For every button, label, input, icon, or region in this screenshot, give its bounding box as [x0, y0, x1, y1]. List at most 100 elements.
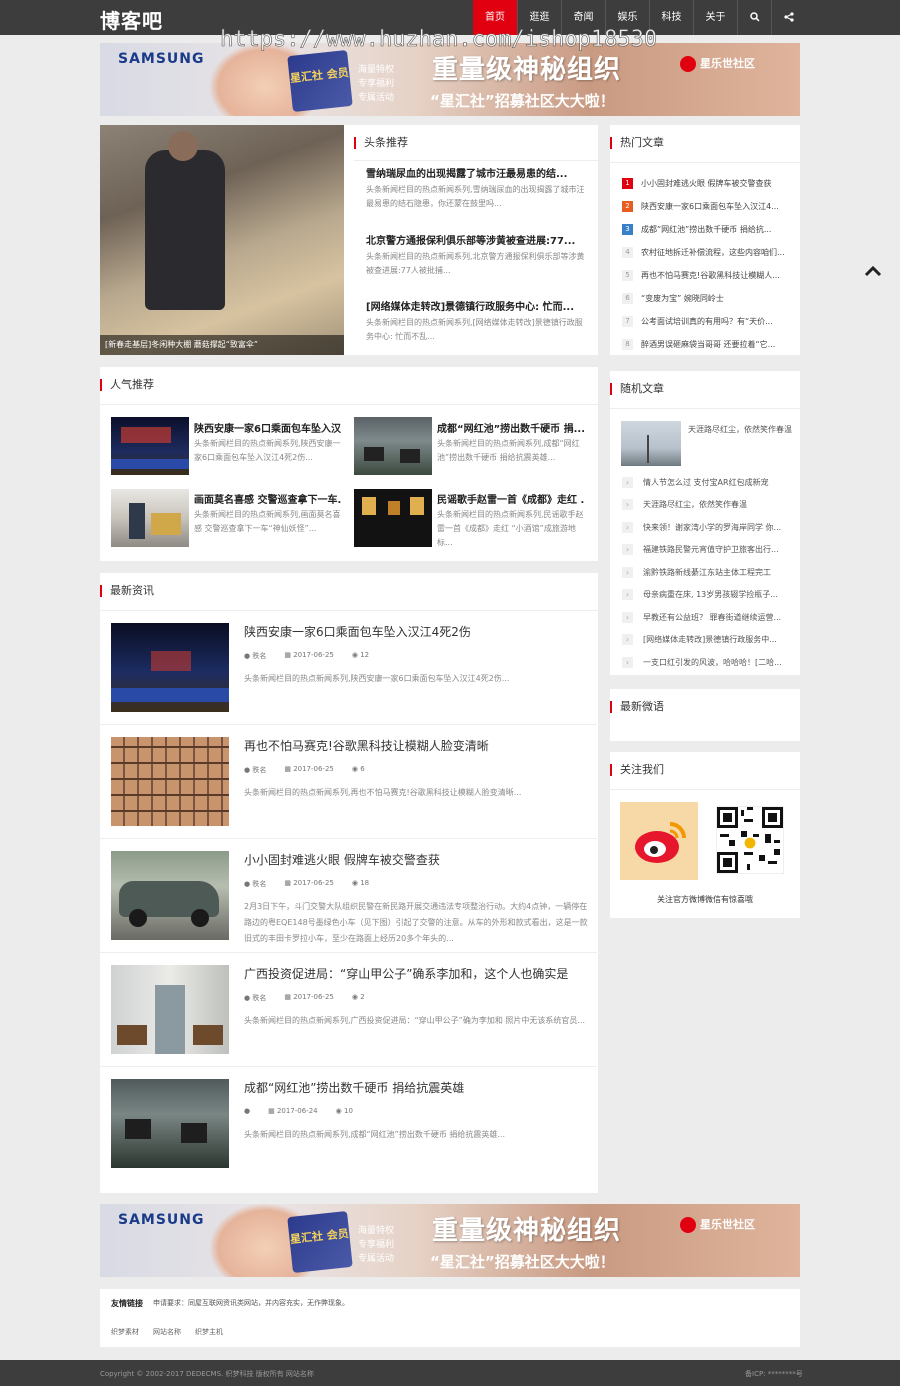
- thumb-light: [362, 497, 376, 515]
- author: ● 秩名: [244, 651, 266, 661]
- date-label: 2017-06-25: [293, 879, 334, 887]
- random-item[interactable]: › [网络媒体走转改]景德镇行政服务中...: [622, 634, 802, 645]
- random-item-label: 天涯路尽红尘，依然笑作春温: [643, 500, 747, 509]
- popular-item-desc: 头条新闻栏目的热点新闻系列,成都“网红池”捞出数千硬币 捐给抗震英雄...: [437, 439, 580, 462]
- popular-thumb[interactable]: [111, 417, 189, 475]
- hot-item[interactable]: 3 成都“网红池”捞出数千硬币 捐给抗...: [622, 224, 802, 238]
- news-item[interactable]: 小小固封难逃火眼 假牌车被交警查获 ● 秩名 ▦ 2017-06-25 ◉ 18…: [100, 839, 597, 953]
- hot-item[interactable]: 8 醉酒男误砸麻袋当哥哥 还要拉着“它...: [622, 339, 802, 353]
- headline-header: 头条推荐: [354, 125, 598, 161]
- news-title[interactable]: 小小固封难逃火眼 假牌车被交警查获: [244, 851, 440, 868]
- popular-item-title[interactable]: 陕西安康一家6口乘面包车坠入汉...: [194, 420, 342, 435]
- news-desc: 头条新闻栏目的热点新闻系列,广西投资促进局：“穿山甲公子”确为李加和 照片中无该…: [244, 1016, 585, 1025]
- author-label: 秩名: [252, 652, 267, 660]
- news-item[interactable]: 陕西安康一家6口乘面包车坠入汉江4死2伤 ● 秩名 ▦ 2017-06-25 ◉…: [100, 611, 597, 725]
- popular-title: 人气推荐: [100, 379, 154, 391]
- chevron-right-icon: ›: [622, 634, 633, 645]
- nav-item-about[interactable]: 关于: [693, 0, 737, 35]
- search-icon[interactable]: [737, 0, 771, 35]
- news-title[interactable]: 再也不怕马赛克!谷歌黑科技让模糊人脸变清晰: [244, 737, 489, 754]
- author: ● 秩名: [244, 765, 266, 775]
- ad-banner-bottom[interactable]: SAMSUNG 星汇社 会员 海量特权 专享福利 专属活动 重量级神秘组织 “星汇社…: [100, 1204, 800, 1277]
- calendar-icon: ▦: [268, 1107, 277, 1115]
- eye-icon: ◉: [351, 993, 361, 1001]
- headline-feature-image[interactable]: [新春走基层]冬闲种大棚 蘑菇撑起“致富伞”: [100, 125, 344, 355]
- popular-item-title[interactable]: 画面莫名喜感 交警巡查拿下一车...: [194, 491, 342, 506]
- banner-card: 星汇社 会员: [287, 50, 353, 112]
- hot-item-label: 农村征地拆迁补偿流程，这些内容咱们...: [641, 248, 785, 257]
- news-thumb[interactable]: [111, 965, 229, 1054]
- hot-item[interactable]: 1 小小固封难逃火眼 假牌车被交警查获: [622, 178, 802, 192]
- popular-thumb[interactable]: [354, 417, 432, 475]
- hot-item[interactable]: 5 再也不怕马赛克!谷歌黑科技让模糊人...: [622, 270, 802, 284]
- hot-item[interactable]: 2 陕西安康一家6口乘面包车坠入汉江4...: [622, 201, 802, 215]
- friend-link[interactable]: 织梦主机: [195, 1327, 223, 1337]
- friend-links-panel: 友情链接 申请要求：同屋互联网资讯类网站，并内容充实，无作弊现象。 织梦素材 网…: [100, 1289, 800, 1347]
- random-feature-thumb[interactable]: [621, 421, 681, 466]
- weibo-icon[interactable]: [620, 802, 698, 880]
- popular-item-title[interactable]: 成都“网红池”捞出数千硬币 捐...: [437, 420, 585, 435]
- share-icon[interactable]: [771, 0, 805, 35]
- news-title[interactable]: 广西投资促进局：“穿山甲公子”确系李加和，这个人也确实是: [244, 965, 568, 982]
- random-item[interactable]: › 一支口红引发的风波，哈哈哈！[二哈...: [622, 657, 802, 668]
- latest-header: 最新资讯: [100, 573, 598, 611]
- news-title[interactable]: 成都“网红池”捞出数千硬币 捐给抗震英雄: [244, 1079, 464, 1096]
- hot-item[interactable]: 7 公考面试培训真的有用吗？有“天价...: [622, 316, 802, 330]
- hot-header: 热门文章: [610, 125, 800, 163]
- thumb-object: [151, 513, 181, 535]
- friend-link[interactable]: 织梦素材: [111, 1327, 139, 1337]
- popular-thumb[interactable]: [111, 489, 189, 547]
- random-item[interactable]: › 情人节怎么过 支付宝AR红包成新宠: [622, 477, 802, 488]
- random-item[interactable]: › 福建铁路民警元宵值守护卫旅客出行...: [622, 544, 802, 555]
- chevron-right-icon: ›: [622, 567, 633, 578]
- random-item-label: 福建铁路民警元宵值守护卫旅客出行...: [643, 545, 779, 554]
- random-item[interactable]: › 母亲病重在床, 13岁男孩辍学捡瓶子...: [622, 589, 802, 600]
- views-label: 2: [360, 993, 365, 1001]
- eye-icon: ◉: [351, 879, 361, 887]
- random-item[interactable]: › 渝黔铁路新线綦江东站主体工程完工: [622, 567, 802, 578]
- news-item[interactable]: 成都“网红池”捞出数千硬币 捐给抗震英雄 ● ▦ 2017-06-24 ◉ 10…: [100, 1067, 597, 1181]
- hot-item[interactable]: 4 农村征地拆迁补偿流程，这些内容咱们...: [622, 247, 802, 261]
- hot-item[interactable]: 6 “变废为宝” 婉晓同岭士: [622, 293, 802, 307]
- user-icon: ●: [244, 1107, 251, 1115]
- friend-link[interactable]: 网站名称: [153, 1327, 181, 1337]
- news-item[interactable]: 广西投资促进局：“穿山甲公子”确系李加和，这个人也确实是 ● 秩名 ▦ 2017…: [100, 953, 597, 1067]
- feature-caption[interactable]: [新春走基层]冬闲种大棚 蘑菇撑起“致富伞”: [100, 335, 344, 355]
- headline-item-title[interactable]: [网络媒体走转改]景德镇行政服务中心: 忙而...: [366, 298, 590, 313]
- hot-item-label: 小小固封难逃火眼 假牌车被交警查获: [641, 179, 772, 188]
- news-title[interactable]: 陕西安康一家6口乘面包车坠入汉江4死2伤: [244, 623, 471, 640]
- news-meta: ● 秩名 ▦ 2017-06-25 ◉ 6: [244, 765, 365, 775]
- back-to-top-icon[interactable]: [864, 262, 882, 281]
- banner-brand: SAMSUNG: [118, 1212, 205, 1228]
- random-item[interactable]: › 天涯路尽红尘，依然笑作春温: [622, 499, 802, 510]
- date: ▦ 2017-06-24: [268, 1107, 318, 1115]
- news-thumb[interactable]: [111, 623, 229, 712]
- random-item[interactable]: › 快来领！谢家湾小学的罗海岸同学 你...: [622, 522, 802, 533]
- site-logo[interactable]: 博客吧: [100, 5, 163, 34]
- copyright: Copyright © 2002-2017 DEDECMS. 织梦科技 版权所有…: [100, 1370, 314, 1378]
- news-thumb[interactable]: [111, 737, 229, 826]
- eye-icon: ◉: [351, 765, 361, 773]
- footer: Copyright © 2002-2017 DEDECMS. 织梦科技 版权所有…: [0, 1360, 900, 1386]
- community-logo-icon: [680, 56, 696, 72]
- news-thumb[interactable]: [111, 1079, 229, 1168]
- random-item[interactable]: › 早教还有公益班？ 罪春街道继续运营...: [622, 612, 802, 623]
- views: ◉ 2: [352, 993, 365, 1003]
- popular-item-desc: 头条新闻栏目的热点新闻系列,陕西安康一家6口乘面包车坠入汉江4死2伤...: [194, 439, 341, 462]
- headline-item-title[interactable]: 北京警方通报保利俱乐部等涉黄被查进展:77...: [366, 232, 590, 247]
- banner-community-label: 星乐世社区: [700, 57, 755, 70]
- news-desc: 头条新闻栏目的热点新闻系列,陕西安康一家6口乘面包车坠入汉江4死2伤...: [244, 674, 510, 683]
- popular-thumb[interactable]: [354, 489, 432, 547]
- ad-banner-top[interactable]: SAMSUNG 星汇社 会员 海量特权 专享福利 专属活动 重量级神秘组织 “星汇社…: [100, 43, 800, 116]
- banner-headline: 重量级神秘组织: [432, 55, 622, 85]
- links-apply-note: 申请要求：同屋互联网资讯类网站，并内容充实，无作弊现象。: [153, 1299, 349, 1307]
- random-feature-title[interactable]: 天涯路尽红尘，依然笑作春温: [688, 423, 792, 437]
- random-item-label: 情人节怎么过 支付宝AR红包成新宠: [643, 478, 769, 487]
- popular-item-title[interactable]: 民谣歌手赵雷一首《成都》走红 ...: [437, 491, 585, 506]
- headline-item-title[interactable]: 雪纳瑞尿血的出现揭露了城市汪最易患的结...: [366, 165, 590, 180]
- news-thumb[interactable]: [111, 851, 229, 940]
- date: ▦ 2017-06-25: [284, 765, 334, 775]
- rank-badge: 3: [622, 224, 633, 235]
- rank-badge: 1: [622, 178, 633, 189]
- news-item[interactable]: 再也不怕马赛克!谷歌黑科技让模糊人脸变清晰 ● 秩名 ▦ 2017-06-25 …: [100, 725, 597, 839]
